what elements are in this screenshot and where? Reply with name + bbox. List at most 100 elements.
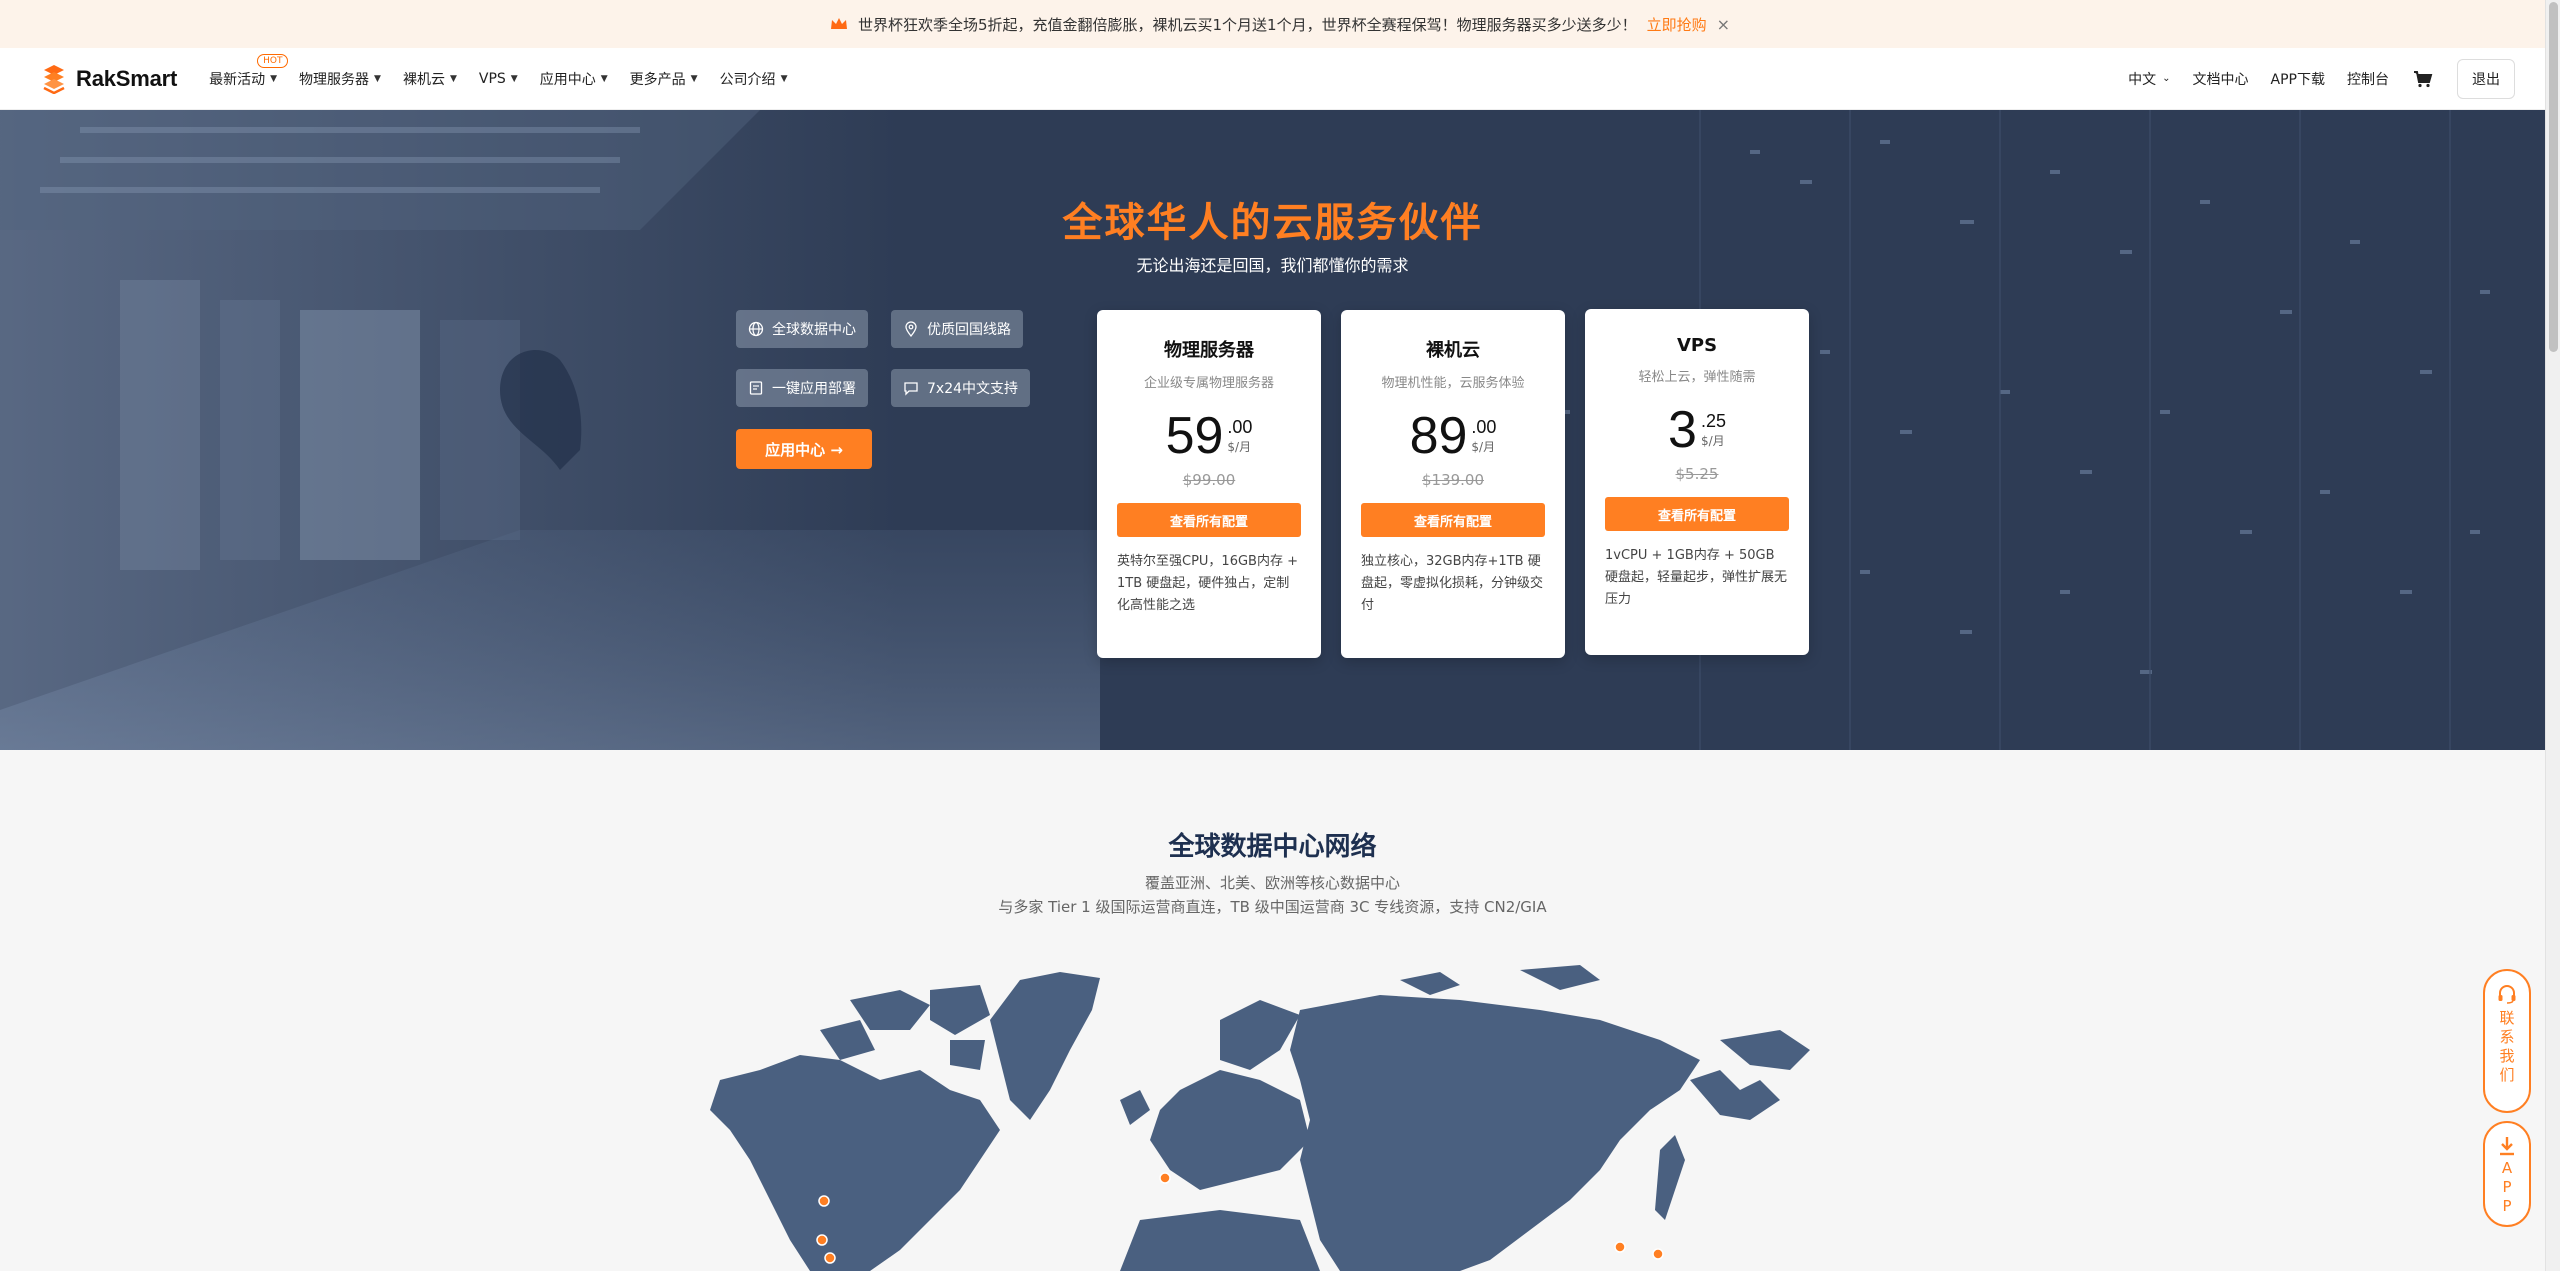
network-subtitle-1: 覆盖亚洲、北美、欧洲等核心数据中心 <box>1144 874 1400 892</box>
scrollbar-thumb[interactable] <box>2549 2 2558 352</box>
hero-section: 全球华人的云服务伙伴 无论出海还是回国，我们都懂你的需求 全球数据中心 优质回国… <box>0 110 2545 750</box>
app-download-float-button[interactable]: A P P <box>2483 1121 2531 1227</box>
network-subtitle-2: 与多家 Tier 1 级国际运营商直连，TB 级中国运营商 3C 专线资源，支持… <box>998 898 1547 916</box>
download-icon <box>2500 1137 2514 1156</box>
page-scrollbar[interactable] <box>2545 0 2560 1271</box>
contact-label-char: 联 <box>2499 1009 2515 1027</box>
menu-label: VPS <box>478 70 506 87</box>
menu-item-vps[interactable]: VPS ▼ <box>479 69 518 89</box>
feature-china-route[interactable]: 优质回国线路 <box>891 310 1023 348</box>
network-title: 全球数据中心网络 <box>1168 832 1377 862</box>
app-download-link[interactable]: APP下载 <box>2271 69 2325 89</box>
view-configs-button[interactable]: 查看所有配置 <box>1605 497 1789 531</box>
menu-label: 最新活动 <box>209 71 266 88</box>
card-price: 59 .00 $/月 <box>1097 407 1321 465</box>
product-card-bare-metal: 裸机云 物理机性能，云服务体验 89 .00 $/月 $139.00 查看所有配置… <box>1341 310 1565 658</box>
top-nav: RakSmart 最新活动 ▼ HOT 物理服务器 ▼ 裸机云 ▼ VPS ▼ 应用中心… <box>0 48 2545 110</box>
promo-banner: 世界杯狂欢季全场5折起，充值金翻倍膨胀，裸机云买1个月送1个月，世界杯全赛程保驾… <box>0 0 2560 48</box>
view-configs-button[interactable]: 查看所有配置 <box>1117 503 1301 537</box>
feature-247-support[interactable]: 7x24中文支持 <box>891 369 1031 407</box>
brand-logo[interactable]: RakSmart <box>40 64 177 94</box>
feature-one-click-deploy[interactable]: 一键应用部署 <box>736 369 868 407</box>
document-icon <box>749 381 763 395</box>
feature-label: 全球数据中心 <box>772 322 856 338</box>
hero-subtitle: 无论出海还是回国，我们都懂你的需求 <box>1136 256 1409 275</box>
world-map-image <box>710 965 1810 1271</box>
price-unit: $/月 <box>1227 440 1252 454</box>
price-integer: 3 <box>1668 401 1697 459</box>
logout-button[interactable]: 退出 <box>2457 58 2515 99</box>
app-center-button[interactable]: 应用中心 → <box>736 429 872 469</box>
caret-down-icon: ▼ <box>270 73 278 84</box>
docs-link[interactable]: 文档中心 <box>2193 69 2249 89</box>
cart-icon[interactable] <box>2413 70 2433 88</box>
menu-item-apps[interactable]: 应用中心 ▼ <box>540 69 608 89</box>
language-selector[interactable]: 中文 ⌄ <box>2128 69 2170 89</box>
app-label-char: P <box>2502 1178 2512 1196</box>
promo-text: 世界杯狂欢季全场5折起，充值金翻倍膨胀，裸机云买1个月送1个月，世界杯全赛程保驾… <box>857 15 1637 34</box>
card-subtitle: 轻松上云，弹性随需 <box>1638 370 1756 385</box>
card-subtitle: 物理机性能，云服务体验 <box>1381 376 1525 391</box>
caret-down-icon: ▼ <box>449 73 457 84</box>
original-price: $139.00 <box>1421 471 1485 489</box>
contact-label-char: 我 <box>2499 1047 2515 1065</box>
globe-icon <box>748 321 764 337</box>
card-price: 89 .00 $/月 <box>1341 407 1565 465</box>
menu-item-company[interactable]: 公司介绍 ▼ <box>720 69 788 89</box>
language-label: 中文 <box>2128 71 2157 88</box>
original-price: $5.25 <box>1675 465 1719 483</box>
menu-label: 公司介绍 <box>719 71 776 88</box>
contact-label-char: 系 <box>2499 1028 2515 1046</box>
product-card-vps: VPS 轻松上云，弹性随需 3 .25 $/月 $5.25 查看所有配置 1vCP… <box>1585 309 1809 655</box>
feature-label: 7x24中文支持 <box>927 381 1019 397</box>
main-menu: 最新活动 ▼ HOT 物理服务器 ▼ 裸机云 ▼ VPS ▼ 应用中心 ▼ 更多产品 ▼ 公… <box>209 53 809 89</box>
menu-item-more[interactable]: 更多产品 ▼ <box>630 69 698 89</box>
feature-label: 优质回国线路 <box>927 322 1011 338</box>
raksmart-logo-icon <box>43 64 65 94</box>
menu-label: 更多产品 <box>629 71 686 88</box>
console-link[interactable]: 控制台 <box>2347 69 2389 89</box>
product-card-dedicated: 物理服务器 企业级专属物理服务器 59 .00 $/月 $99.00 查看所有配置… <box>1097 310 1321 658</box>
view-configs-button[interactable]: 查看所有配置 <box>1361 503 1545 537</box>
brand-name: RakSmart <box>76 65 178 91</box>
price-decimal: .00 <box>1227 417 1253 437</box>
price-decimal: .25 <box>1700 411 1726 431</box>
card-description: 独立核心，32GB内存+1TB 硬盘起，零虚拟化损耗，分钟级交付 <box>1361 554 1544 613</box>
caret-down-icon: ▼ <box>374 73 381 84</box>
hero-title: 全球华人的云服务伙伴 <box>1062 200 1483 246</box>
card-price: 3 .25 $/月 <box>1585 401 1809 459</box>
caret-down-icon: ▼ <box>600 73 608 84</box>
hot-badge: HOT <box>257 53 289 68</box>
caret-down-icon: ▼ <box>690 73 698 84</box>
close-icon[interactable]: × <box>1717 15 1730 34</box>
chat-icon <box>904 382 918 396</box>
price-unit: $/月 <box>1471 440 1496 454</box>
location-pin-icon <box>905 321 917 337</box>
crown-icon <box>830 17 848 31</box>
price-integer: 59 <box>1165 407 1224 465</box>
promo-cta-link[interactable]: 立即抢购 <box>1647 14 1707 35</box>
menu-label: 裸机云 <box>402 71 445 88</box>
menu-item-dedicated[interactable]: 物理服务器 ▼ <box>299 69 381 89</box>
menu-label: 物理服务器 <box>299 71 370 88</box>
feature-label: 一键应用部署 <box>772 381 856 397</box>
original-price: $99.00 <box>1182 471 1236 489</box>
card-subtitle: 企业级专属物理服务器 <box>1143 376 1274 391</box>
card-title: 物理服务器 <box>1164 340 1254 361</box>
menu-label: 应用中心 <box>539 71 596 88</box>
price-decimal: .00 <box>1471 417 1497 437</box>
card-description: 英特尔至强CPU，16GB内存 + 1TB 硬盘起，硬件独占，定制化高性能之选 <box>1117 554 1298 613</box>
menu-item-promotions[interactable]: 最新活动 ▼ HOT <box>209 53 289 89</box>
price-unit: $/月 <box>1700 434 1725 448</box>
app-label-char: A <box>2501 1159 2513 1177</box>
chevron-down-icon: ⌄ <box>2162 73 2171 84</box>
caret-down-icon: ▼ <box>780 73 788 84</box>
card-title: 裸机云 <box>1426 340 1480 361</box>
feature-global-datacenter[interactable]: 全球数据中心 <box>736 310 868 348</box>
contact-label-char: 们 <box>2499 1066 2515 1084</box>
contact-us-float-button[interactable]: 联 系 我 们 <box>2483 969 2531 1113</box>
menu-item-bare-metal[interactable]: 裸机云 ▼ <box>403 69 457 89</box>
card-description: 1vCPU + 1GB内存 + 50GB 硬盘起，轻量起步，弹性扩展无压力 <box>1605 548 1788 607</box>
caret-down-icon: ▼ <box>510 73 518 84</box>
app-label-char: P <box>2502 1197 2512 1215</box>
